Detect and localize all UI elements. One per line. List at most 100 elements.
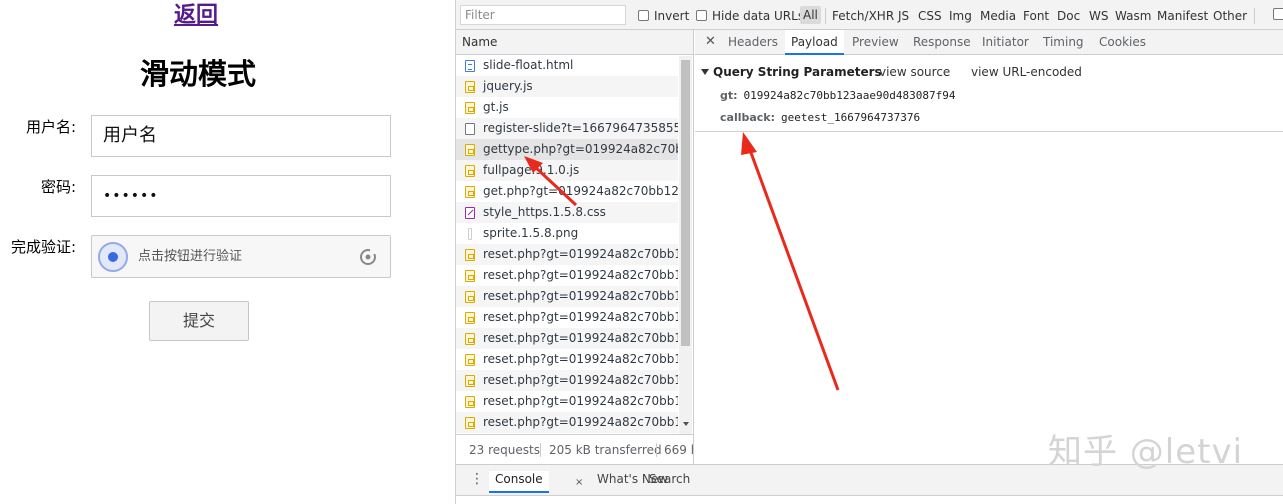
script-file-icon (465, 333, 475, 345)
request-name: register-slide?t=1667964735855 (483, 121, 678, 135)
invert-label: Invert (654, 9, 690, 23)
script-file-icon (465, 102, 475, 114)
close-icon[interactable]: × (575, 477, 583, 488)
request-row[interactable]: reset.php?gt=019924a82c70bb123aae90d4830… (456, 265, 678, 286)
request-details-pane: ✕ Headers Payload Preview Response Initi… (695, 30, 1283, 464)
script-file-icon (465, 186, 475, 198)
type-filter-ws[interactable]: WS (1089, 8, 1108, 24)
checkbox-icon[interactable] (638, 10, 649, 21)
request-row[interactable]: reset.php?gt=019924a82c70bb123aae90d4830… (456, 244, 678, 265)
type-filter-font[interactable]: Font (1023, 8, 1049, 24)
back-link[interactable]: 返回 (174, 2, 218, 30)
request-row[interactable]: reset.php?gt=019924a82c70bb123aae90d4830… (456, 391, 678, 412)
type-filter-fetch-xhr[interactable]: Fetch/XHR (832, 8, 894, 24)
tab-cookies[interactable]: Cookies (1099, 30, 1146, 55)
request-row[interactable]: reset.php?gt=019924a82c70bb123aae90d4830… (456, 349, 678, 370)
request-name: reset.php?gt=019924a82c70bb123aae90d4830… (483, 268, 678, 282)
trailing-checkbox[interactable] (1273, 8, 1283, 20)
request-name: reset.php?gt=019924a82c70bb123aae90d4830… (483, 352, 678, 366)
request-row[interactable]: slide-float.html (456, 55, 678, 76)
username-field[interactable]: 用户名 (91, 115, 391, 157)
divider (1254, 8, 1255, 24)
tab-payload[interactable]: Payload (785, 30, 844, 55)
console-toolbar (456, 495, 1283, 504)
request-name: reset.php?gt=019924a82c70bb123aae90d4830… (483, 415, 678, 429)
request-row[interactable]: reset.php?gt=019924a82c70bb123aae90d4830… (456, 286, 678, 307)
param-value: 019924a82c70bb123aae90d483087f94 (743, 89, 956, 102)
script-file-icon (465, 144, 475, 156)
request-name: get.php?gt=019924a82c70bb123aae90d483087… (483, 184, 678, 198)
filter-bar: Filter Invert Hide data URLs All Fetch/X… (456, 0, 1283, 30)
script-file-icon (465, 165, 475, 177)
request-row[interactable]: reset.php?gt=019924a82c70bb123aae90d4830… (456, 328, 678, 349)
expand-triangle-icon[interactable] (701, 69, 709, 75)
submit-button[interactable]: 提交 (149, 301, 249, 341)
request-row[interactable]: style_https.1.5.8.css (456, 202, 678, 223)
request-row[interactable]: fullpage.9.1.0.js (456, 160, 678, 181)
request-name: gt.js (483, 100, 509, 114)
tab-response[interactable]: Response (913, 30, 971, 55)
request-row[interactable]: sprite.1.5.8.png (456, 223, 678, 244)
query-string-section-header[interactable]: Query String Parameters (701, 64, 882, 80)
name-column-header[interactable]: Name (456, 30, 693, 55)
query-section-title: Query String Parameters (713, 65, 882, 79)
invert-checkbox[interactable]: Invert (638, 8, 689, 24)
refresh-icon[interactable] (358, 247, 378, 267)
hide-data-urls-checkbox[interactable]: Hide data URLs (696, 8, 804, 24)
request-rows: slide-float.html jquery.js gt.js register-s… (456, 55, 693, 433)
drawer-tab-search[interactable]: Search (649, 471, 690, 493)
captcha-prompt: 点击按钮进行验证 (138, 249, 243, 264)
checkbox-icon[interactable] (696, 10, 707, 21)
close-icon[interactable]: ✕ (705, 30, 716, 54)
type-filter-doc[interactable]: Doc (1057, 8, 1080, 24)
view-url-encoded-link[interactable]: view URL-encoded (971, 64, 1082, 80)
request-count: 23 requests (469, 443, 540, 457)
type-filter-wasm[interactable]: Wasm (1115, 8, 1151, 24)
captcha-widget[interactable]: 点击按钮进行验证 (91, 235, 391, 278)
type-filter-all[interactable]: All (800, 6, 821, 24)
doc-file-icon (465, 60, 475, 72)
filter-input[interactable]: Filter (460, 5, 626, 25)
type-filter-css[interactable]: CSS (918, 8, 942, 24)
request-name: reset.php?gt=019924a82c70bb123aae90d4830… (483, 310, 678, 324)
request-row[interactable]: reset.php?gt=019924a82c70bb123aae90d4830… (456, 307, 678, 328)
request-name: fullpage.9.1.0.js (483, 163, 580, 177)
more-options-icon[interactable]: ⋮ (470, 472, 484, 486)
request-name: reset.php?gt=019924a82c70bb123aae90d4830… (483, 331, 678, 345)
devtools-network-panel: Filter Invert Hide data URLs All Fetch/X… (455, 0, 1283, 504)
tab-preview[interactable]: Preview (852, 30, 899, 55)
request-row[interactable]: reset.php?gt=019924a82c70bb123aae90d4830… (456, 370, 678, 391)
scroll-thumb[interactable] (681, 60, 690, 346)
request-row[interactable]: gettype.php?gt=019924a82c70bb123aae90d48… (456, 139, 678, 160)
request-list-scrollbar[interactable] (679, 56, 692, 434)
username-label: 用户名: (25, 118, 76, 136)
request-name: gettype.php?gt=019924a82c70bb123aae90d48… (483, 142, 678, 156)
captcha-radar-icon[interactable] (98, 242, 128, 272)
view-source-link[interactable]: view source (879, 64, 950, 80)
type-filter-img[interactable]: Img (949, 8, 972, 24)
param-value: geetest_1667964737376 (781, 111, 921, 124)
request-row[interactable]: register-slide?t=1667964735855 (456, 118, 678, 139)
drawer-tab-console[interactable]: Console (489, 471, 549, 493)
request-list: Name slide-float.html jquery.js gt.js regis… (456, 30, 694, 434)
network-status-bar: 23 requests 205 kB transferred 669 k (456, 434, 694, 464)
script-file-icon (465, 375, 475, 387)
page-title: 滑动模式 (139, 57, 256, 91)
request-row[interactable]: reset.php?gt=019924a82c70bb123aae90d4830… (456, 412, 678, 433)
img-file-icon (468, 228, 472, 240)
tab-initiator[interactable]: Initiator (982, 30, 1029, 55)
type-filter-manifest[interactable]: Manifest (1157, 8, 1208, 24)
transferred-size: 205 kB transferred (549, 443, 662, 457)
scroll-down-arrow-icon[interactable] (683, 422, 689, 426)
script-file-icon (465, 312, 475, 324)
request-row[interactable]: gt.js (456, 97, 678, 118)
type-filter-js[interactable]: JS (898, 8, 909, 24)
password-field[interactable]: •••••• (91, 175, 391, 217)
request-row[interactable]: jquery.js (456, 76, 678, 97)
tab-timing[interactable]: Timing (1043, 30, 1084, 55)
tab-headers[interactable]: Headers (728, 30, 778, 55)
script-file-icon (465, 291, 475, 303)
type-filter-other[interactable]: Other (1213, 8, 1247, 24)
type-filter-media[interactable]: Media (980, 8, 1016, 24)
request-row[interactable]: get.php?gt=019924a82c70bb123aae90d483087… (456, 181, 678, 202)
